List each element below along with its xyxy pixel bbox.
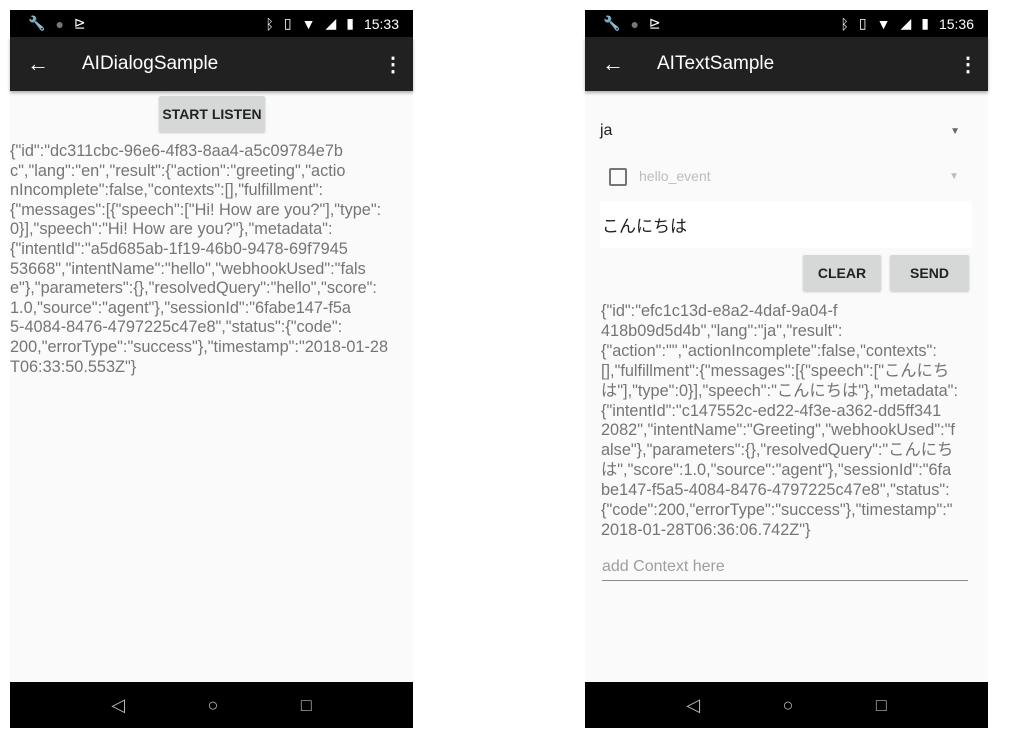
nav-back-icon[interactable]: ◁ — [686, 695, 700, 716]
more-vert-icon[interactable]: ⋮ — [948, 52, 988, 77]
response-line: [],"fulfillment":{"messages":[{"speech":… — [601, 361, 950, 380]
battery-icon: ▮ — [921, 15, 929, 31]
vibrate-icon: ▯ — [283, 15, 292, 31]
status-time: 15:33 — [363, 15, 399, 32]
event-checkbox[interactable] — [609, 168, 627, 186]
navigation-bar: ◁ ○ □ — [10, 682, 413, 728]
phone-ai-text-sample: 🔧 ● ⊵ ᛒ ▯ ▼ ◢ ▮ 15:36 ← AITextSample ⋮ ja ▼ hel… — [585, 10, 988, 728]
event-spinner[interactable]: hello_event ▼ — [639, 165, 959, 187]
more-vert-icon[interactable]: ⋮ — [373, 52, 413, 77]
back-arrow-icon[interactable]: ← — [10, 51, 66, 77]
wifi-icon: ▼ — [876, 15, 891, 32]
response-line: 418b09d5d4b","lang":"ja","result": — [601, 321, 843, 340]
status-time: 15:36 — [938, 15, 974, 32]
dot-icon: ● — [630, 15, 639, 32]
response-line: は","score":1.0,"source":"agent"},"sessio… — [601, 461, 952, 480]
clear-button[interactable]: CLEAR — [803, 255, 881, 291]
response-line: は"],"type":0}],"speech":"こんにちは"},"metada… — [601, 381, 958, 400]
status-bar: 🔧 ● ⊵ ᛒ ▯ ▼ ◢ ▮ 15:36 — [585, 10, 988, 37]
response-line: 2018-01-28T06:36:06.742Z"} — [601, 520, 811, 539]
response-line: {"id":"efc1c13d-e8a2-4daf-9a04-f — [601, 302, 838, 320]
nav-recents-icon[interactable]: □ — [876, 695, 887, 716]
language-spinner[interactable]: ja ▼ — [600, 118, 960, 144]
wifi-icon: ▼ — [301, 15, 316, 32]
response-line: 200,"errorType":"success"},"timestamp":"… — [10, 337, 389, 356]
bluetooth-icon: ᛒ — [840, 15, 849, 32]
query-input[interactable]: こんにちは — [600, 201, 972, 248]
event-value: hello_event — [639, 168, 711, 184]
response-line: be147-f5a5-4084-8476-4797225c47e8","stat… — [601, 481, 950, 500]
response-line: 2082","intentName":"Greeting","webhookUs… — [601, 421, 955, 440]
nav-back-icon[interactable]: ◁ — [111, 695, 125, 716]
response-line: T06:33:50.553Z"} — [10, 357, 137, 376]
response-line: {"id":"dc311cbc-96e6-4f83-8aa4-a5c09784e… — [10, 142, 343, 160]
dropdown-arrow-icon: ▼ — [949, 170, 959, 182]
response-line: 0}],"speech":"Hi! How are you?"},"metada… — [10, 220, 333, 239]
dot-icon: ● — [55, 15, 64, 32]
response-line: nIncomplete":false,"contexts":[],"fulfil… — [10, 181, 324, 200]
app-title: AIDialogSample — [82, 53, 219, 74]
nav-home-icon[interactable]: ○ — [783, 695, 794, 716]
vibrate-icon: ▯ — [858, 15, 867, 31]
response-line: 1.0,"source":"agent"},"sessionId":"6fabe… — [10, 298, 351, 317]
language-value: ja — [600, 122, 613, 139]
dropdown-arrow-icon: ▼ — [950, 125, 960, 137]
response-text: {"id":"efc1c13d-e8a2-4daf-9a04-f 418b09d5… — [601, 302, 958, 541]
nav-home-icon[interactable]: ○ — [208, 695, 219, 716]
status-bar: 🔧 ● ⊵ ᛒ ▯ ▼ ◢ ▮ 15:33 — [10, 10, 413, 37]
navigation-bar: ◁ ○ □ — [585, 682, 988, 728]
battery-icon: ▮ — [346, 15, 354, 31]
response-line: {"messages":[{"speech":["Hi! How are you… — [10, 200, 382, 219]
response-text: {"id":"dc311cbc-96e6-4f83-8aa4-a5c09784e… — [10, 142, 388, 377]
response-line: 53668","intentName":"hello","webhookUsed… — [10, 259, 366, 278]
notification-icon: ⊵ — [73, 15, 86, 31]
response-line: {"action":"","actionIncomplete":false,"c… — [601, 341, 937, 360]
start-listen-button[interactable]: START LISTEN — [159, 96, 265, 132]
response-line: {"intentId":"c147552c-ed22-4f3e-a362-dd5… — [601, 401, 942, 420]
wrench-icon: 🔧 — [603, 15, 621, 31]
context-input[interactable]: add Context here — [602, 558, 968, 581]
app-bar: ← AIDialogSample ⋮ — [10, 37, 413, 91]
response-line: {"code":200,"errorType":"success"},"time… — [601, 501, 953, 520]
app-bar: ← AITextSample ⋮ — [585, 37, 988, 91]
phone-ai-dialog-sample: 🔧 ● ⊵ ᛒ ▯ ▼ ◢ ▮ 15:33 ← AIDialogSample ⋮ START … — [10, 10, 413, 728]
back-arrow-icon[interactable]: ← — [585, 51, 641, 77]
response-line: e"},"parameters":{},"resolvedQuery":"hel… — [10, 279, 377, 298]
notification-icon: ⊵ — [648, 15, 661, 31]
signal-icon: ◢ — [325, 15, 337, 31]
wrench-icon: 🔧 — [28, 15, 46, 31]
response-line: alse"},"parameters":{},"resolvedQuery":"… — [601, 441, 954, 460]
nav-recents-icon[interactable]: □ — [301, 695, 312, 716]
response-line: {"intentId":"a5d685ab-1f19-46b0-9478-69f… — [10, 239, 348, 258]
send-button[interactable]: SEND — [890, 255, 969, 291]
response-line: 5-4084-8476-4797225c47e8","status":{"cod… — [10, 318, 343, 337]
signal-icon: ◢ — [900, 15, 912, 31]
response-line: c","lang":"en","result":{"action":"greet… — [10, 161, 346, 180]
bluetooth-icon: ᛒ — [265, 15, 274, 32]
app-title: AITextSample — [657, 53, 775, 74]
